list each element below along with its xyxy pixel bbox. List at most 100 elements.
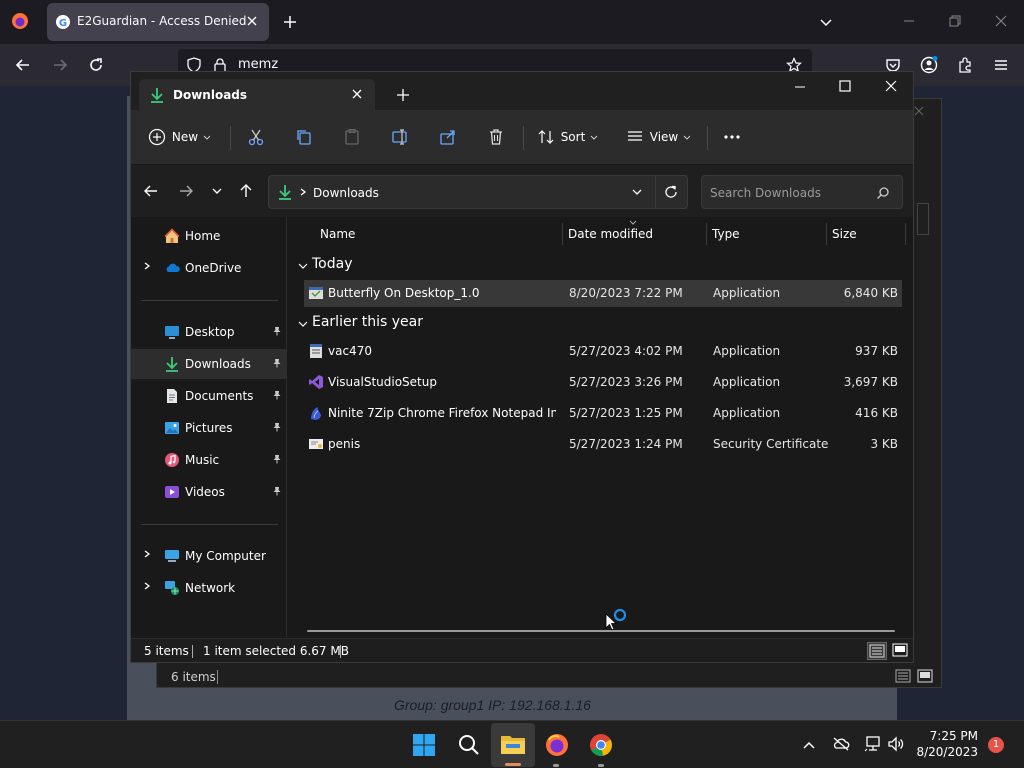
explorer-tab-close-icon[interactable] bbox=[351, 88, 363, 100]
group-ip-text: Group: group1 IP: 192.168.1.16 bbox=[394, 697, 591, 713]
breadcrumb-chevron-icon[interactable] bbox=[298, 187, 308, 197]
pin-icon[interactable] bbox=[272, 422, 282, 432]
file-row[interactable]: vac470 5/27/2023 4:02 PM Application 937… bbox=[304, 338, 902, 365]
expand-chevron-icon[interactable] bbox=[142, 581, 152, 591]
nav-item-videos[interactable]: Videos bbox=[131, 477, 286, 507]
nav-back-icon[interactable] bbox=[143, 183, 159, 199]
group-header-earlier[interactable]: Earlier this year bbox=[312, 314, 423, 330]
file-row[interactable]: Ninite 7Zip Chrome Firefox Notepad Inst.… bbox=[304, 400, 902, 427]
explorer-close-icon[interactable] bbox=[884, 79, 898, 93]
explorer-tab-downloads[interactable]: Downloads bbox=[139, 79, 375, 111]
pin-icon[interactable] bbox=[272, 486, 282, 496]
tab-close-icon[interactable] bbox=[245, 14, 259, 28]
clock-time[interactable]: 7:25 PM bbox=[920, 729, 978, 743]
file-row[interactable]: Butterfly On Desktop_1.0 8/20/2023 7:22 … bbox=[304, 280, 902, 307]
back-arrow-icon[interactable] bbox=[14, 56, 32, 74]
column-header-date[interactable]: Date modified bbox=[568, 227, 653, 241]
file-row[interactable]: penis 5/27/2023 1:24 PM Security Certifi… bbox=[304, 431, 902, 458]
firefox-menu-icon[interactable] bbox=[10, 11, 30, 31]
group-collapse-chevron-icon[interactable] bbox=[297, 260, 309, 272]
onedrive-offline-icon[interactable] bbox=[832, 736, 850, 752]
taskbar-file-explorer[interactable] bbox=[491, 723, 535, 767]
rename-button[interactable] bbox=[385, 120, 415, 154]
explorer-maximize-icon[interactable] bbox=[838, 79, 852, 93]
browser-close-icon[interactable] bbox=[994, 14, 1008, 28]
start-windows-icon[interactable] bbox=[412, 733, 436, 757]
hamburger-menu-icon[interactable] bbox=[992, 56, 1010, 74]
volume-icon[interactable] bbox=[887, 735, 905, 753]
column-header-size[interactable]: Size bbox=[832, 227, 857, 241]
account-icon[interactable] bbox=[920, 56, 938, 74]
bg-details-view-icon[interactable] bbox=[895, 669, 911, 683]
expand-chevron-icon[interactable] bbox=[142, 261, 152, 271]
explorer-minimize-icon[interactable] bbox=[793, 80, 807, 94]
recent-locations-chevron-icon[interactable] bbox=[210, 184, 224, 198]
notification-badge[interactable]: 1 bbox=[988, 737, 1004, 753]
tab-list-chevron-icon[interactable] bbox=[818, 14, 834, 30]
large-icons-view-button[interactable] bbox=[891, 642, 909, 658]
pin-icon[interactable] bbox=[272, 326, 282, 336]
taskbar-chrome-icon[interactable] bbox=[588, 732, 614, 767]
column-separator[interactable] bbox=[905, 223, 906, 245]
nav-item-pictures[interactable]: Pictures bbox=[131, 413, 286, 443]
refresh-icon[interactable] bbox=[664, 185, 678, 199]
nav-item-network[interactable]: Network bbox=[131, 573, 286, 603]
explorer-new-tab-icon[interactable] bbox=[396, 88, 410, 102]
network-status-icon[interactable] bbox=[864, 735, 882, 753]
column-separator[interactable] bbox=[826, 223, 827, 245]
delete-button[interactable] bbox=[481, 120, 511, 154]
address-bar[interactable]: Downloads bbox=[268, 175, 688, 209]
copy-button[interactable] bbox=[289, 120, 319, 154]
nav-item-documents[interactable]: Documents bbox=[131, 381, 286, 411]
pin-icon[interactable] bbox=[272, 390, 282, 400]
browser-restore-icon[interactable] bbox=[948, 14, 962, 28]
nav-item-onedrive[interactable]: OneDrive bbox=[131, 253, 286, 283]
more-options-button[interactable] bbox=[717, 120, 747, 154]
file-date: 5/27/2023 1:25 PM bbox=[569, 406, 683, 420]
nav-item-desktop[interactable]: Desktop bbox=[131, 317, 286, 347]
sort-button[interactable]: Sort bbox=[535, 120, 601, 154]
extensions-icon[interactable] bbox=[956, 56, 974, 74]
nav-item-my-computer[interactable]: My Computer bbox=[131, 541, 286, 571]
expand-chevron-icon[interactable] bbox=[142, 549, 152, 559]
new-tab-icon[interactable] bbox=[282, 14, 298, 30]
nav-label-videos: Videos bbox=[185, 485, 225, 499]
nav-forward-icon[interactable] bbox=[178, 183, 194, 199]
search-icon[interactable] bbox=[876, 186, 890, 200]
browser-minimize-icon[interactable] bbox=[902, 14, 916, 28]
forward-arrow-icon[interactable] bbox=[51, 56, 69, 74]
column-header-type[interactable]: Type bbox=[712, 227, 740, 241]
clock-date[interactable]: 8/20/2023 bbox=[910, 745, 978, 759]
reload-icon[interactable] bbox=[87, 56, 105, 74]
nav-item-downloads[interactable]: Downloads bbox=[131, 349, 286, 379]
bg-close-icon[interactable] bbox=[913, 105, 925, 117]
view-button[interactable]: View bbox=[625, 120, 693, 154]
search-input[interactable]: Search Downloads bbox=[701, 175, 903, 209]
share-button[interactable] bbox=[433, 120, 463, 154]
nav-item-music[interactable]: Music bbox=[131, 445, 286, 475]
file-row[interactable]: VisualStudioSetup 5/27/2023 3:26 PM Appl… bbox=[304, 369, 902, 396]
taskbar-firefox-icon[interactable] bbox=[544, 732, 570, 767]
chevron-down-icon bbox=[683, 135, 691, 140]
details-view-button[interactable] bbox=[867, 642, 887, 660]
address-history-chevron-icon[interactable] bbox=[631, 186, 643, 198]
nav-item-home[interactable]: Home bbox=[131, 221, 286, 251]
cut-button[interactable] bbox=[241, 120, 271, 154]
browser-tab-active[interactable]: G E2Guardian - Access Denied bbox=[47, 3, 269, 41]
taskbar-search-icon[interactable] bbox=[457, 733, 481, 757]
group-collapse-chevron-icon[interactable] bbox=[297, 318, 309, 330]
nav-label-my-computer: My Computer bbox=[185, 549, 266, 563]
horizontal-scrollbar[interactable] bbox=[307, 630, 895, 632]
group-header-today[interactable]: Today bbox=[312, 256, 353, 272]
pin-icon[interactable] bbox=[272, 358, 282, 368]
nav-up-icon[interactable] bbox=[238, 183, 254, 199]
breadcrumb-downloads[interactable]: Downloads bbox=[313, 186, 379, 200]
show-hidden-icons-chevron-icon[interactable] bbox=[802, 739, 816, 751]
paste-button[interactable] bbox=[337, 120, 367, 154]
new-button[interactable]: New bbox=[145, 120, 215, 154]
bg-tiles-view-icon[interactable] bbox=[917, 669, 933, 683]
column-header-name[interactable]: Name bbox=[320, 227, 355, 241]
pin-icon[interactable] bbox=[272, 454, 282, 464]
column-separator[interactable] bbox=[562, 223, 563, 245]
column-separator[interactable] bbox=[706, 223, 707, 245]
